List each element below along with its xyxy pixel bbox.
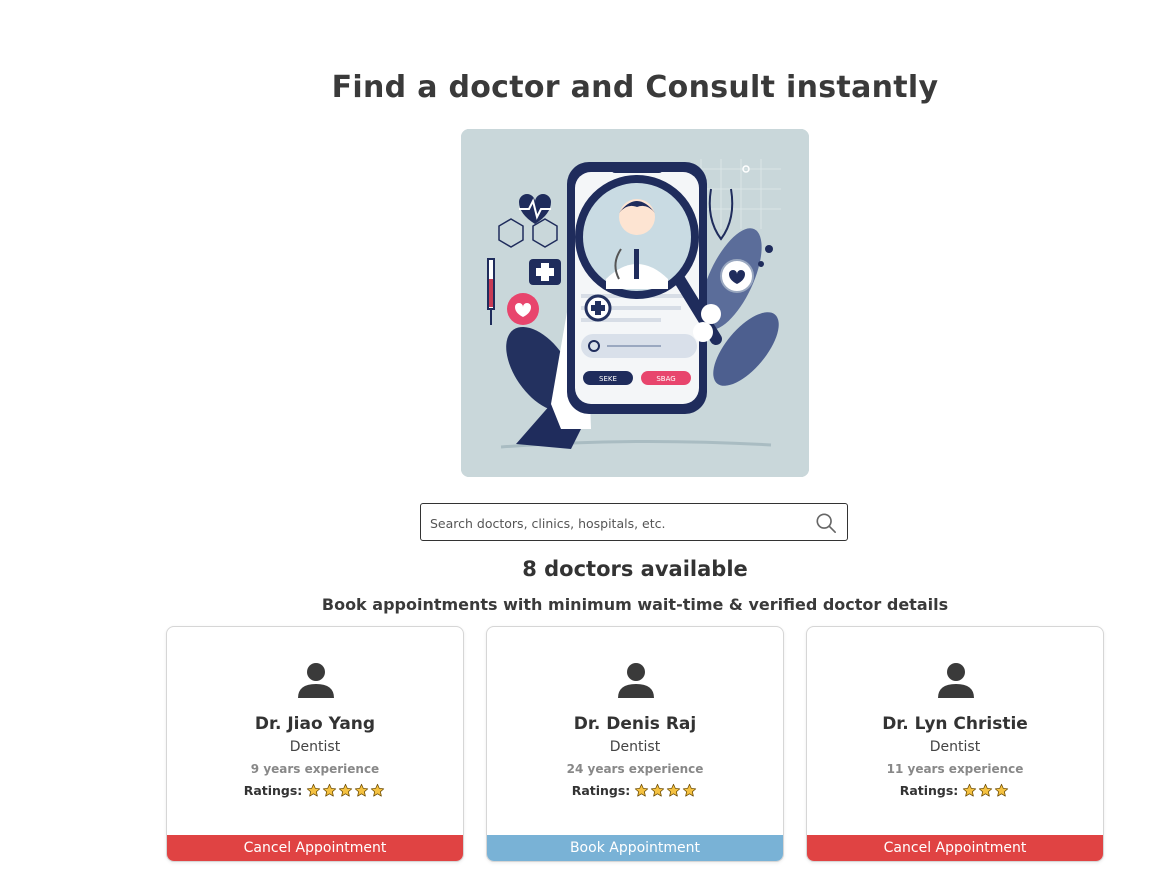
search-input[interactable] [430, 513, 800, 533]
book-appointment-button[interactable]: Book Appointment [487, 835, 783, 861]
doctor-speciality: Dentist [929, 739, 981, 755]
doctor-speciality: Dentist [609, 739, 661, 755]
doctor-name: Dr. Lyn Christie [882, 714, 1028, 734]
star-icon [323, 783, 337, 797]
star-icon [979, 783, 993, 797]
doctor-card: Dr. Denis Raj Dentist 24 years experience R… [486, 626, 784, 862]
ratings-label: Ratings: [571, 783, 631, 798]
doctor-speciality: Dentist [289, 739, 341, 755]
doctor-count: 8 doctors available [522, 557, 748, 581]
star-icon [339, 783, 353, 797]
user-avatar-icon [618, 663, 654, 698]
star-icon [635, 783, 649, 797]
doctor-card: Dr. Jiao Yang Dentist 9 years experience Ra… [166, 626, 464, 862]
doctor-experience: 9 years experience [250, 762, 380, 776]
star-icon [963, 783, 977, 797]
doctor-ratings: Ratings: [487, 783, 783, 801]
search-bar[interactable] [420, 503, 848, 541]
star-icon [683, 783, 697, 797]
section-subtitle: Book appointments with minimum wait-time… [321, 595, 949, 614]
phone-button-label: SEKE [599, 375, 617, 383]
page-title: Find a doctor and Consult instantly [331, 70, 939, 105]
doctor-experience: 11 years experience [886, 762, 1024, 776]
hero-illustration: SEKE SBAG [461, 129, 809, 477]
star-icon [667, 783, 681, 797]
rating-stars [962, 783, 1010, 801]
rating-stars [306, 783, 386, 801]
ratings-label: Ratings: [243, 783, 303, 798]
cancel-appointment-button[interactable]: Cancel Appointment [167, 835, 463, 861]
cancel-appointment-button[interactable]: Cancel Appointment [807, 835, 1103, 861]
doctor-experience: 24 years experience [566, 762, 704, 776]
phone-button-label: SBAG [656, 375, 675, 383]
star-icon [355, 783, 369, 797]
search-icon[interactable] [815, 512, 837, 534]
star-icon [371, 783, 385, 797]
ratings-label: Ratings: [899, 783, 959, 798]
doctor-ratings: Ratings: [167, 783, 463, 801]
star-icon [995, 783, 1009, 797]
user-avatar-icon [938, 663, 974, 698]
doctor-name: Dr. Jiao Yang [254, 714, 376, 734]
page: Find a doctor and Consult instantly SEKE… [0, 0, 1175, 882]
rating-stars [634, 783, 698, 801]
doctor-name: Dr. Denis Raj [573, 714, 697, 734]
doctor-search-illustration: SEKE SBAG [461, 129, 809, 477]
doctor-ratings: Ratings: [807, 783, 1103, 801]
doctor-card: Dr. Lyn Christie Dentist 11 years experien… [806, 626, 1104, 862]
star-icon [307, 783, 321, 797]
star-icon [651, 783, 665, 797]
user-avatar-icon [298, 663, 334, 698]
